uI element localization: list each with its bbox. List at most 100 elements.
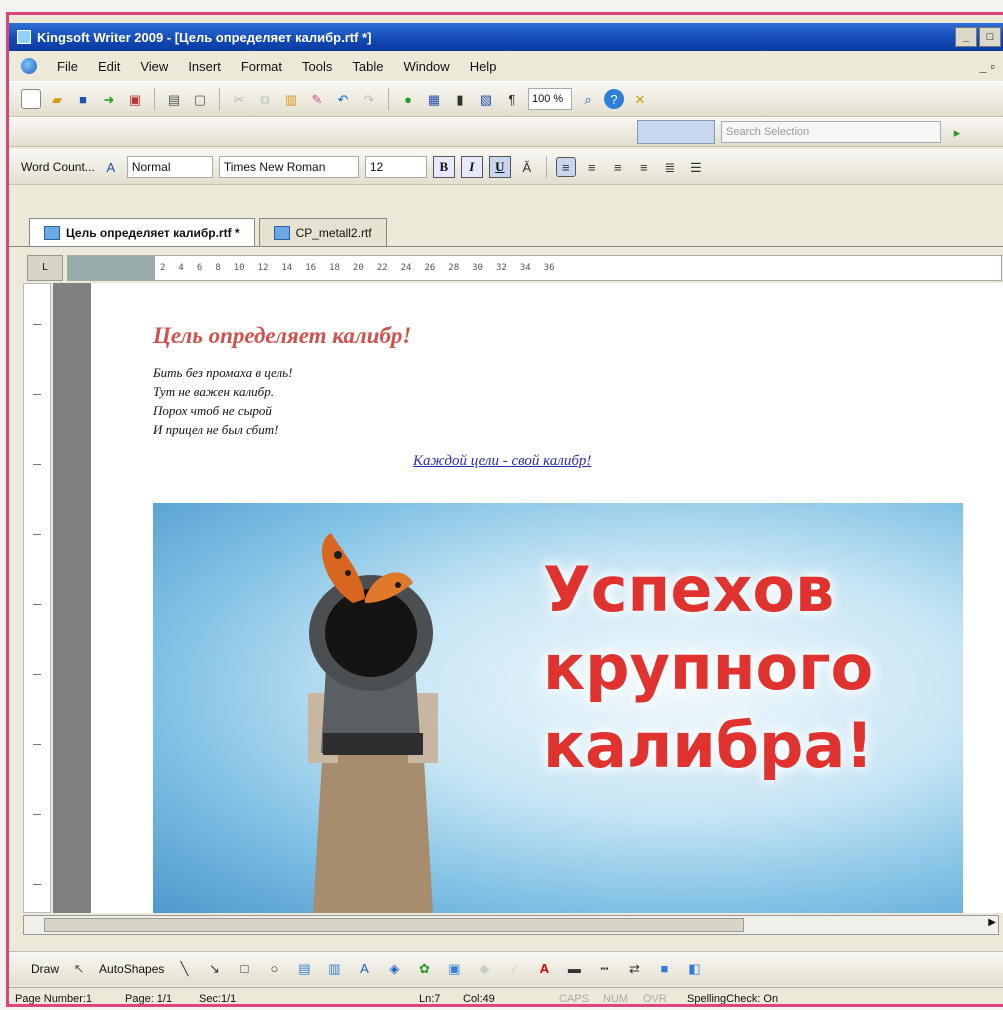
oval-icon[interactable]: ○ (264, 959, 284, 979)
line-icon[interactable]: ╲ (174, 959, 194, 979)
diagram-icon[interactable]: ◈ (384, 959, 404, 979)
menu-format[interactable]: Format (241, 59, 282, 74)
ruler-left-margin[interactable] (67, 256, 155, 280)
menu-edit[interactable]: Edit (98, 59, 120, 74)
document-page[interactable]: Цель определяет калибр! Бить без промаха… (91, 283, 1003, 913)
style-select[interactable]: Normal (126, 156, 213, 178)
picture-icon[interactable]: ▣ (444, 959, 464, 979)
window-frame: Kingsoft Writer 2009 - [Цель определяет … (6, 12, 1003, 1007)
status-spellcheck[interactable]: SpellingCheck: On (687, 993, 778, 1005)
copy-icon[interactable]: ⧉ (255, 89, 275, 109)
draw-menu-button[interactable]: Draw (31, 962, 59, 976)
word-count-button[interactable]: Word Count... (21, 160, 95, 174)
table-icon[interactable]: ▦ (424, 89, 444, 109)
ruler-tick (33, 744, 41, 745)
drawing-icon[interactable]: ▧ (476, 89, 496, 109)
dash-style-icon[interactable]: ┅ (594, 959, 614, 979)
minimize-button[interactable]: _ (955, 27, 977, 47)
clipart-icon[interactable]: ✿ (414, 959, 434, 979)
horizontal-ruler[interactable]: 2 4 6 8 10 12 14 16 18 20 22 24 26 28 30… (67, 255, 1002, 281)
arrow-icon[interactable]: ↘ (204, 959, 224, 979)
document-window-controls[interactable]: _ ▫ (980, 59, 1003, 74)
bold-button[interactable]: B (432, 156, 455, 178)
paste-icon[interactable]: ▥ (281, 89, 301, 109)
menu-tools[interactable]: Tools (302, 59, 332, 74)
open-folder-icon[interactable]: ▰ (47, 89, 67, 109)
show-marks-icon[interactable]: ¶ (502, 89, 522, 109)
wordart-icon[interactable]: A (354, 959, 374, 979)
menu-help[interactable]: Help (470, 59, 497, 74)
toolbar-separator (219, 88, 220, 110)
line-spacing-icon[interactable]: ☰ (686, 157, 706, 177)
cut-icon[interactable]: ✂ (229, 89, 249, 109)
3d-icon[interactable]: ◧ (684, 959, 704, 979)
font-select[interactable]: Times New Roman (218, 156, 359, 178)
font-size-select[interactable]: 12 (364, 156, 427, 178)
ruler-tick (33, 814, 41, 815)
document-hyperlink[interactable]: Каждой цели - свой калибр! (413, 453, 591, 470)
font-color-icon[interactable]: Ӑ (517, 157, 537, 177)
distribute-icon[interactable]: ≣ (660, 157, 680, 177)
ruler-mark: 6 (196, 263, 203, 273)
print-icon[interactable]: ▤ (164, 89, 184, 109)
tools-icon[interactable]: ✕ (630, 89, 650, 109)
italic-button[interactable]: I (460, 156, 483, 178)
save-icon[interactable]: ■ (73, 89, 93, 109)
format-painter-icon[interactable]: ✎ (307, 89, 327, 109)
shadow-icon[interactable]: ■ (654, 959, 674, 979)
horizontal-scrollbar[interactable]: ▶ (23, 915, 999, 935)
line-style-icon[interactable]: ▬ (564, 959, 584, 979)
justify-icon[interactable]: ≡ (634, 157, 654, 177)
tab-current-document[interactable]: Цель определяет калибр.rtf * (29, 218, 255, 246)
maximize-button[interactable]: □ (979, 27, 1001, 47)
status-section: Sec:1/1 (199, 992, 237, 1005)
menu-window[interactable]: Window (403, 59, 449, 74)
columns-icon[interactable]: ▮ (450, 89, 470, 109)
scroll-thumb[interactable] (44, 918, 744, 932)
tab-cp-metall2[interactable]: CP_metall2.rtf (258, 218, 387, 246)
banner-image: Успехов крупного калибра! (153, 503, 963, 913)
underline-button[interactable]: U (488, 156, 511, 178)
arrow-style-icon[interactable]: ⇄ (624, 959, 644, 979)
search-go-icon[interactable]: ▸ (947, 122, 967, 142)
fill-color-icon[interactable]: ◆ (474, 959, 494, 979)
ruler-mark: 28 (448, 263, 460, 273)
document-area[interactable]: Цель определяет калибр! Бить без промаха… (53, 283, 1003, 913)
vertical-ruler[interactable] (23, 283, 51, 913)
status-page-number: Page Number:1 (15, 992, 93, 1005)
align-center-icon[interactable]: ≡ (582, 157, 602, 177)
textbox-icon[interactable]: ▤ (294, 959, 314, 979)
redo-icon[interactable]: ↷ (359, 89, 379, 109)
document-icon[interactable] (21, 58, 37, 74)
menu-insert[interactable]: Insert (188, 59, 221, 74)
export-pdf-icon[interactable]: ▣ (125, 89, 145, 109)
font-color-draw-icon[interactable]: A (534, 959, 554, 979)
hyperlink-icon[interactable]: ● (398, 89, 418, 109)
search-selection-input[interactable]: Search Selection (721, 121, 941, 143)
undo-icon[interactable]: ↶ (333, 89, 353, 109)
menu-table[interactable]: Table (352, 59, 383, 74)
tab-stop-selector[interactable]: L (27, 255, 63, 281)
slogan-line: калибра! (543, 709, 874, 782)
align-left-icon[interactable]: ≡ (555, 157, 576, 177)
ruler-mark: 12 (257, 263, 269, 273)
menu-file[interactable]: File (57, 59, 78, 74)
new-document-icon[interactable] (21, 89, 41, 109)
selection-combo[interactable] (637, 120, 715, 144)
rectangle-icon[interactable]: □ (234, 959, 254, 979)
print-preview-icon[interactable]: ▢ (190, 89, 210, 109)
publish-icon[interactable]: ➜ (99, 89, 119, 109)
line-color-icon[interactable]: ∕ (504, 959, 524, 979)
align-right-icon[interactable]: ≡ (608, 157, 628, 177)
autoshapes-menu-button[interactable]: AutoShapes (99, 962, 164, 976)
title-bar[interactable]: Kingsoft Writer 2009 - [Цель определяет … (9, 23, 1003, 51)
zoom-field[interactable]: 100 % (528, 88, 572, 110)
scroll-right-arrow-icon[interactable]: ▶ (988, 917, 996, 928)
menu-view[interactable]: View (140, 59, 168, 74)
find-icon[interactable]: ⌕ (578, 89, 598, 109)
ruler-mark: 30 (472, 263, 483, 273)
select-objects-icon[interactable]: ↖ (69, 959, 89, 979)
help-icon[interactable]: ? (604, 89, 624, 109)
vertical-textbox-icon[interactable]: ▥ (324, 959, 344, 979)
document-heading: Цель определяет калибр! (153, 323, 412, 348)
